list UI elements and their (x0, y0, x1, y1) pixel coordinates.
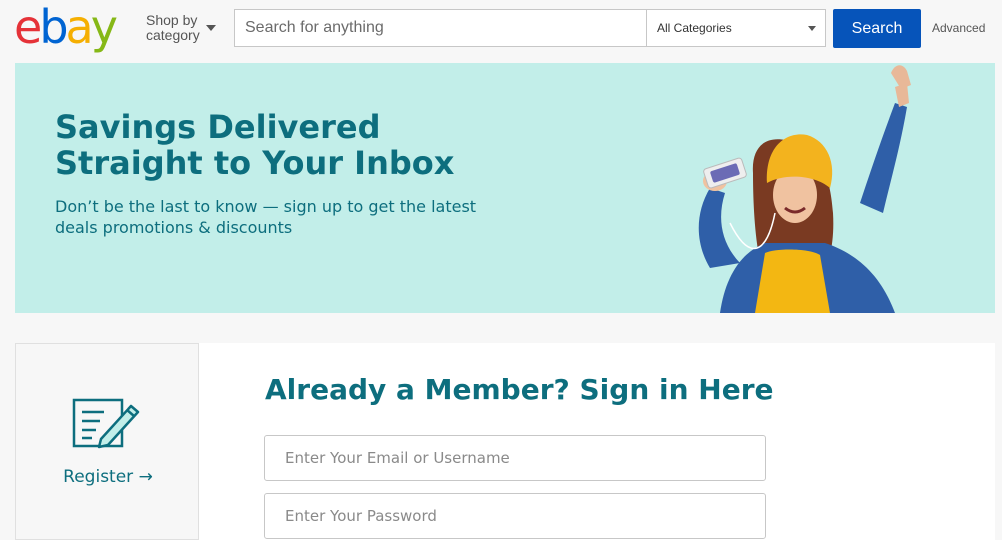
search-button[interactable]: Search (833, 9, 921, 48)
search-input[interactable] (235, 10, 665, 46)
category-select-value: All Categories (657, 21, 732, 35)
dancing-woman-illustration (698, 65, 911, 313)
promo-banner: Savings Delivered Straight to Your Inbox… (15, 63, 995, 313)
advanced-search-link[interactable]: Advanced (932, 21, 985, 35)
banner-subtitle: Don’t be the last to know — sign up to g… (55, 197, 477, 237)
shop-by-category-label: category (146, 27, 200, 43)
shop-by-category-button[interactable]: Shop by category (146, 12, 216, 43)
email-field[interactable] (264, 435, 766, 481)
register-link[interactable]: Register → (16, 467, 200, 487)
signin-panel: Already a Member? Sign in Here (199, 343, 995, 540)
logo-letter-a: a (65, 0, 94, 54)
signin-title: Already a Member? Sign in Here (265, 373, 774, 406)
banner-title: Savings Delivered Straight to Your Inbox (55, 108, 455, 182)
logo-letter-b: b (39, 0, 68, 54)
logo-letter-y: y (90, 0, 118, 54)
register-form-pencil-icon (72, 398, 140, 449)
chevron-down-icon (808, 26, 816, 31)
shop-by-label: Shop by (146, 12, 198, 28)
ebay-logo[interactable]: ebay (14, 0, 118, 54)
password-field[interactable] (264, 493, 766, 539)
logo-letter-e: e (14, 0, 42, 54)
search-bar: All Categories (234, 9, 826, 47)
site-header: ebay Shop by category All Categories Sea… (0, 0, 1002, 62)
register-card[interactable]: Register → (15, 343, 199, 540)
chevron-down-icon (206, 25, 216, 31)
category-select[interactable]: All Categories (646, 10, 826, 46)
